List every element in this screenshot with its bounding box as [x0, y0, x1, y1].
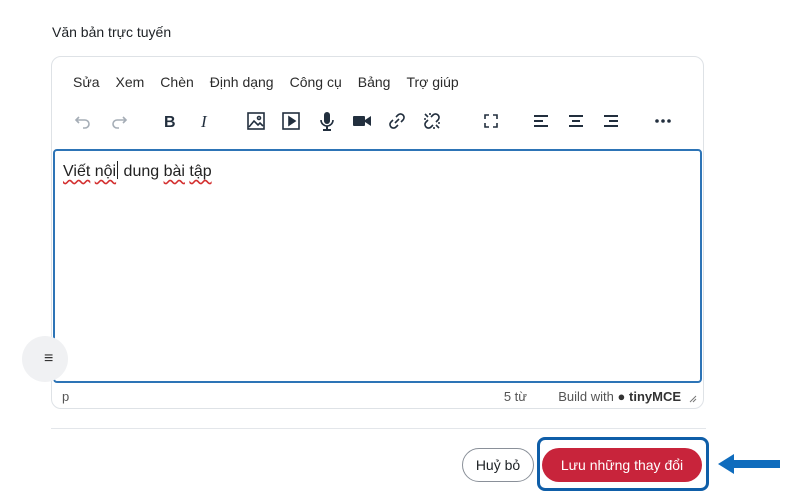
- unlink-icon[interactable]: [418, 107, 446, 135]
- bold-icon[interactable]: B: [156, 107, 184, 135]
- arrow-left-icon: [718, 454, 780, 474]
- video-icon[interactable]: [348, 107, 376, 135]
- content-word: Viết: [63, 163, 91, 180]
- menu-tools[interactable]: Công cụ: [290, 74, 342, 90]
- menu-view[interactable]: Xem: [116, 74, 145, 90]
- text-caret: [117, 161, 119, 179]
- image-icon[interactable]: [242, 107, 270, 135]
- editor-content-text: Viết nội dung bài tập: [63, 161, 212, 181]
- tinymce-logo-icon: ●: [617, 389, 626, 404]
- element-path[interactable]: p: [62, 389, 69, 404]
- drawer-toggle-icon[interactable]: ≡: [22, 336, 68, 382]
- word-count[interactable]: 5 từ: [504, 389, 527, 404]
- editor-menubar: Sửa Xem Chèn Định dạng Công cụ Bảng Trợ …: [73, 74, 475, 90]
- build-with-label: Build with: [558, 389, 614, 404]
- redo-icon[interactable]: [105, 107, 133, 135]
- content-word: tập: [189, 163, 212, 180]
- tinymce-branding[interactable]: Build with ● tinyMCE: [558, 389, 681, 404]
- content-word: bài: [163, 163, 185, 180]
- divider: [51, 428, 706, 429]
- content-word: dung: [119, 163, 164, 180]
- editor-content-area[interactable]: Viết nội dung bài tập: [53, 149, 702, 383]
- editor-statusbar: p 5 từ Build with ● tinyMCE: [52, 384, 703, 408]
- menu-format[interactable]: Định dạng: [210, 74, 274, 90]
- align-left-icon[interactable]: [527, 107, 555, 135]
- svg-text:B: B: [164, 114, 176, 131]
- more-icon[interactable]: [649, 107, 677, 135]
- link-icon[interactable]: [383, 107, 411, 135]
- menu-insert[interactable]: Chèn: [160, 74, 193, 90]
- tinymce-brand-name: tinyMCE: [629, 389, 681, 404]
- italic-icon[interactable]: I: [191, 107, 219, 135]
- menu-table[interactable]: Bảng: [358, 74, 391, 90]
- menu-help[interactable]: Trợ giúp: [406, 74, 458, 90]
- fullscreen-icon[interactable]: [477, 107, 505, 135]
- align-right-icon[interactable]: [597, 107, 625, 135]
- field-label: Văn bản trực tuyến: [52, 24, 172, 40]
- resize-handle-icon[interactable]: [687, 393, 697, 403]
- media-icon[interactable]: [277, 107, 305, 135]
- undo-icon[interactable]: [69, 107, 97, 135]
- microphone-icon[interactable]: [313, 107, 341, 135]
- svg-text:I: I: [200, 112, 208, 131]
- cancel-button[interactable]: Huỷ bỏ: [462, 448, 534, 482]
- menu-edit[interactable]: Sửa: [73, 74, 100, 90]
- editor-toolbar: B I: [52, 107, 703, 139]
- rich-text-editor: Sửa Xem Chèn Định dạng Công cụ Bảng Trợ …: [51, 56, 704, 409]
- content-word: nội: [94, 163, 117, 180]
- save-changes-button[interactable]: Lưu những thay đổi: [542, 448, 702, 482]
- align-center-icon[interactable]: [562, 107, 590, 135]
